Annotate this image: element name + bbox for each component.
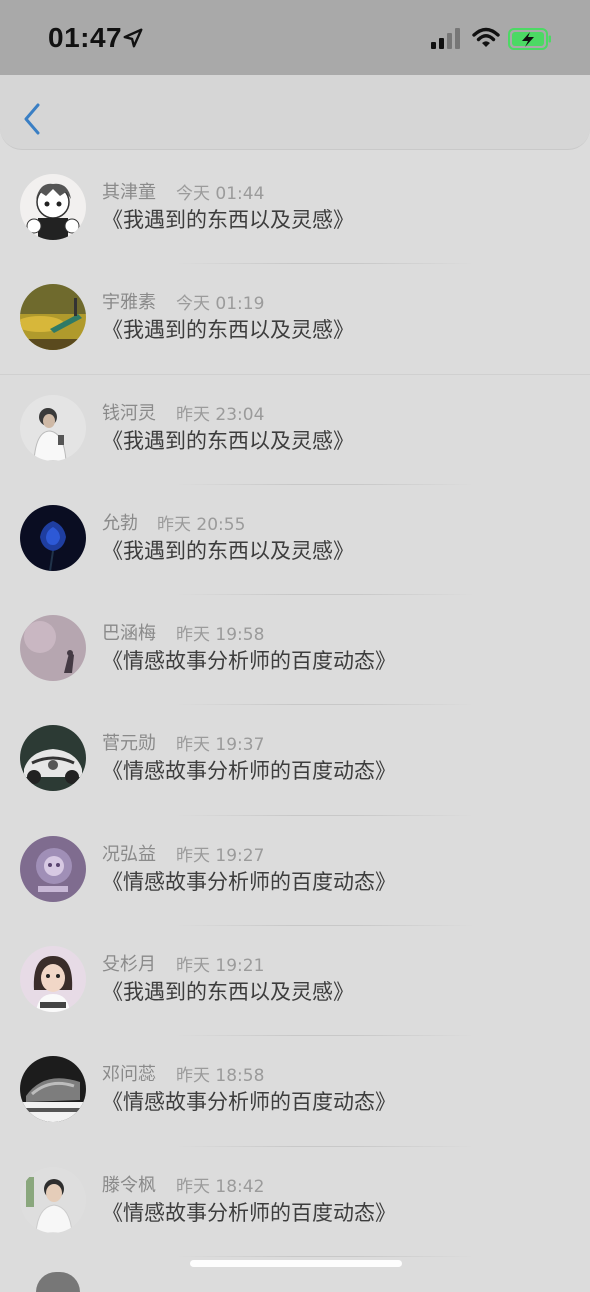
message-time: 今天 01:19 <box>176 294 265 315</box>
list-item[interactable]: 其津童 今天 01:44 《我遇到的东西以及灵感》 <box>0 154 590 265</box>
avatar <box>20 394 86 461</box>
back-button[interactable] <box>18 101 48 137</box>
list-item[interactable]: 巴涵梅 昨天 19:58 《情感故事分析师的百度动态》 <box>0 595 590 706</box>
list-item[interactable]: 钱河灵 昨天 23:04 《我遇到的东西以及灵感》 <box>0 375 590 485</box>
avatar <box>20 835 86 902</box>
message-time: 昨天 19:27 <box>176 845 265 866</box>
message-content: 《情感故事分析师的百度动态》 <box>102 869 396 894</box>
wifi-icon <box>472 27 500 47</box>
message-time: 昨天 19:21 <box>176 956 265 977</box>
avatar <box>20 174 86 240</box>
message-content: 《我遇到的东西以及灵感》 <box>102 318 354 343</box>
avatar <box>20 1056 86 1123</box>
home-indicator[interactable] <box>190 1260 402 1267</box>
sender-name: 其津童 <box>102 182 156 203</box>
list-item[interactable]: 允勃 昨天 20:55 《我遇到的东西以及灵感》 <box>0 485 590 596</box>
battery-charging-icon <box>508 28 551 50</box>
avatar <box>20 946 86 1013</box>
message-content: 《我遇到的东西以及灵感》 <box>102 208 354 232</box>
message-time: 今天 01:44 <box>176 184 265 204</box>
message-content: 《情感故事分析师的百度动态》 <box>102 649 396 674</box>
sender-name: 允勃 <box>102 512 138 534</box>
sender-name: 滕令枫 <box>102 1174 156 1196</box>
message-time: 昨天 19:37 <box>176 735 265 756</box>
avatar <box>20 1166 86 1233</box>
list-item[interactable]: 殳杉月 昨天 19:21 《我遇到的东西以及灵感》 <box>0 926 590 1037</box>
divider <box>175 1255 475 1257</box>
sender-name: 殳杉月 <box>102 954 156 976</box>
message-content: 《情感故事分析师的百度动态》 <box>102 1200 396 1225</box>
message-content: 《我遇到的东西以及灵感》 <box>102 538 354 563</box>
avatar <box>20 284 86 351</box>
message-content: 《情感故事分析师的百度动态》 <box>102 759 396 784</box>
location-arrow-icon <box>123 28 143 48</box>
cellular-signal-icon <box>431 28 460 49</box>
list-item[interactable]: 滕令枫 昨天 18:42 《情感故事分析师的百度动态》 <box>0 1147 590 1257</box>
sender-name: 宇雅素 <box>102 292 156 314</box>
avatar <box>20 504 86 571</box>
navigation-bar <box>0 75 590 150</box>
sender-name: 况弘益 <box>102 843 156 865</box>
message-content: 《我遇到的东西以及灵感》 <box>102 428 354 453</box>
list-item[interactable]: 况弘益 昨天 19:27 《情感故事分析师的百度动态》 <box>0 816 590 927</box>
avatar <box>20 725 86 792</box>
status-bar: 01:47 <box>0 0 590 75</box>
list-item[interactable]: 菅元勋 昨天 19:37 《情感故事分析师的百度动态》 <box>0 705 590 816</box>
list-item[interactable]: 邓问蕊 昨天 18:58 《情感故事分析师的百度动态》 <box>0 1036 590 1147</box>
message-time: 昨天 20:55 <box>157 514 246 535</box>
list-item[interactable]: 宇雅素 今天 01:19 《我遇到的东西以及灵感》 <box>0 264 590 375</box>
message-content: 《我遇到的东西以及灵感》 <box>102 980 354 1005</box>
message-time: 昨天 18:42 <box>176 1176 265 1197</box>
sender-name: 巴涵梅 <box>102 623 156 645</box>
avatar <box>36 1272 80 1292</box>
sender-name: 邓问蕊 <box>102 1064 156 1086</box>
status-time: 01:47 <box>48 22 123 53</box>
message-time: 昨天 18:58 <box>176 1066 265 1087</box>
sender-name: 钱河灵 <box>102 402 156 424</box>
message-list: 其津童 今天 01:44 《我遇到的东西以及灵感》 宇雅素 今天 01:19 《… <box>0 154 590 1257</box>
message-time: 昨天 23:04 <box>176 404 265 425</box>
message-content: 《情感故事分析师的百度动态》 <box>102 1090 396 1115</box>
message-time: 昨天 19:58 <box>176 625 265 646</box>
avatar <box>20 615 86 682</box>
sender-name: 菅元勋 <box>102 733 156 755</box>
